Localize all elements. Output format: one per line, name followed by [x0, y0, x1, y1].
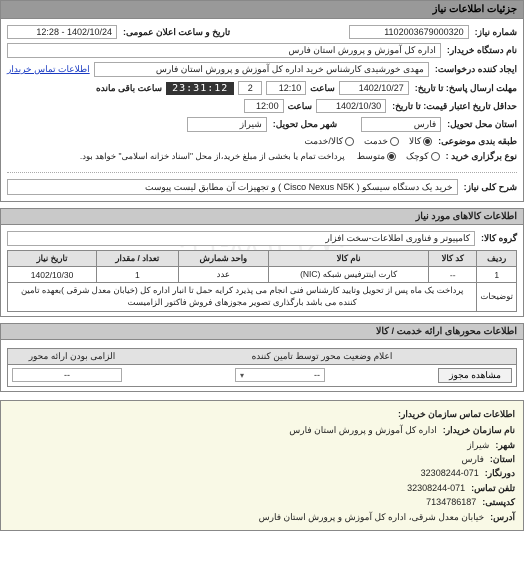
days-remaining: 2 [238, 81, 262, 95]
province-label: استان محل تحویل: [445, 119, 517, 130]
table-header-row: ردیف کد کالا نام کالا واحد شمارش تعداد /… [8, 251, 517, 267]
requester-value: مهدی خورشیدی کارشناس خرید اداره کل آموزش… [94, 62, 429, 77]
validity-label: حداقل تاریخ اعتبار قیمت: تا تاریخ: [390, 101, 517, 112]
section-axes-header: اطلاعات محورهای ارائه خدمت / کالا [0, 323, 524, 340]
radio-small-label: کوچک [406, 151, 429, 162]
time-label-2: ساعت [288, 101, 313, 112]
section-goods-header: اطلاعات کالاهای مورد نیاز [0, 208, 524, 225]
requester-label: ایجاد کننده درخواست: [433, 64, 517, 75]
deadline-time: 12:10 [266, 81, 306, 95]
validity-date: 1402/10/30 [316, 99, 386, 113]
axes-mandatory-text: -- [64, 370, 70, 380]
deadline-label: مهلت ارسال پاسخ: تا تاریخ: [413, 83, 517, 94]
contact-org-label: نام سازمان خریدار: [441, 423, 515, 437]
summary-value: خرید یک دستگاه سیسکو ( Cisco Nexus N5K )… [7, 179, 458, 195]
req-no-label: شماره نیاز: [473, 27, 517, 38]
contact-city-label: شهر: [493, 438, 515, 452]
col-row: ردیف [477, 251, 517, 267]
contact-prov-label: استان: [488, 452, 515, 466]
radio-both[interactable]: کالا/خدمت [304, 136, 354, 147]
view-license-button[interactable]: مشاهده مجوز [438, 368, 512, 383]
cell-code: -- [429, 267, 477, 283]
goods-group-value: کامپیوتر و فناوری اطلاعات-سخت افزار [7, 231, 475, 246]
radio-medium[interactable]: متوسط [357, 151, 396, 162]
cell-qty: 1 [97, 267, 179, 283]
axes-mandatory-col: الزامی بودن ارائه محور [12, 351, 132, 362]
contact-city-value: شیراز [467, 438, 489, 452]
radio-dot-icon [345, 137, 354, 146]
cell-name: کارت اینترفیس شبکه (NIC) [269, 267, 429, 283]
axes-body: اعلام وضعیت محور توسط تامین کننده الزامی… [0, 340, 524, 392]
contact-addr-label: آدرس: [488, 510, 515, 524]
contact-phone-label: تلفن تماس: [469, 481, 515, 495]
axes-table-header: اعلام وضعیت محور توسط تامین کننده الزامی… [7, 348, 517, 365]
need-details-body: شماره نیاز: 1102003679000320 تاریخ و ساع… [0, 19, 524, 202]
summary-label: شرح کلی نیاز: [462, 182, 517, 193]
contact-postal-label: کدپستی: [480, 495, 515, 509]
radio-small[interactable]: کوچک [406, 151, 440, 162]
time-label-1: ساعت [310, 83, 335, 94]
radio-goods-label: کالا [409, 136, 421, 147]
radio-medium-label: متوسط [357, 151, 385, 162]
cell-need-date: 1402/10/30 [8, 267, 97, 283]
col-unit: واحد شمارش [178, 251, 269, 267]
buyer-org-label: نام دستگاه خریدار: [445, 45, 517, 56]
col-need-date: تاریخ نیاز [8, 251, 97, 267]
remaining-suffix: ساعت باقی مانده [96, 83, 162, 94]
col-code: کد کالا [429, 251, 477, 267]
desc-label-cell: توضیحات [477, 283, 517, 312]
city-value: شیراز [187, 117, 267, 132]
table-row: 1 -- کارت اینترفیس شبکه (NIC) عدد 1 1402… [8, 267, 517, 283]
radio-dot-icon [431, 152, 440, 161]
col-qty: تعداد / مقدار [97, 251, 179, 267]
cell-row: 1 [477, 267, 517, 283]
deadline-date: 1402/10/27 [339, 81, 409, 95]
province-value: فارس [361, 117, 441, 132]
purchase-radio-group: کوچک متوسط [357, 151, 440, 162]
announce-label: تاریخ و ساعت اعلان عمومی: [121, 27, 230, 38]
goods-body: گروه کالا: کامپیوتر و فناوری اطلاعات-سخت… [0, 225, 524, 317]
chevron-down-icon: ▾ [240, 371, 244, 380]
radio-dot-icon [423, 137, 432, 146]
countdown-clock: 23:31:12 [166, 82, 234, 95]
cell-unit: عدد [178, 267, 269, 283]
desc-value-cell: پرداخت یک ماه پس از تحویل وتایید کارشناس… [8, 283, 477, 312]
radio-service[interactable]: خدمت [364, 136, 399, 147]
contact-addr-value: خیابان معدل شرقی، اداره کل آموزش و پرورش… [259, 510, 484, 524]
validity-time: 12:00 [244, 99, 284, 113]
axes-mandatory-value: -- [12, 368, 122, 382]
contact-box-title: اطلاعات تماس سازمان خریدار: [9, 407, 515, 421]
radio-dot-icon [387, 152, 396, 161]
axes-table-row: مشاهده مجوز -- ▾ -- [7, 365, 517, 387]
buyer-contact-link[interactable]: اطلاعات تماس خریدار [7, 64, 90, 75]
items-table: ردیف کد کالا نام کالا واحد شمارش تعداد /… [7, 250, 517, 312]
col-name: نام کالا [269, 251, 429, 267]
announce-value: 1402/10/24 - 12:28 [7, 25, 117, 39]
goods-group-label: گروه کالا: [479, 233, 517, 244]
axes-status-select[interactable]: -- ▾ [235, 368, 325, 382]
treasury-note: پرداخت تمام یا بخشی از مبلغ خرید،از محل … [80, 151, 345, 162]
city-label: شهر محل تحویل: [271, 119, 337, 130]
radio-goods[interactable]: کالا [409, 136, 432, 147]
buyer-contact-box: اطلاعات تماس سازمان خریدار: نام سازمان خ… [0, 400, 524, 531]
section-need-header: جزئیات اطلاعات نیاز [0, 0, 524, 19]
category-radio-group: کالا خدمت کالا/خدمت [304, 136, 432, 147]
contact-phone-value: 32308244-071 [407, 481, 465, 495]
category-label: طبقه بندی موضوعی: [436, 136, 517, 147]
table-desc-row: توضیحات پرداخت یک ماه پس از تحویل وتایید… [8, 283, 517, 312]
contact-postal-value: 7134786187 [426, 495, 476, 509]
radio-both-label: کالا/خدمت [304, 136, 343, 147]
req-no-value: 1102003679000320 [349, 25, 469, 39]
purchase-type-label: نوع برگزاری خرید : [444, 151, 517, 162]
buyer-org-value: اداره کل آموزش و پرورش استان فارس [7, 43, 441, 58]
contact-fax-value: 32308244-071 [421, 466, 479, 480]
radio-service-label: خدمت [364, 136, 388, 147]
contact-fax-label: دورنگار: [483, 466, 515, 480]
contact-org-value: اداره کل آموزش و پرورش استان فارس [289, 423, 436, 437]
axes-select-value: -- [314, 370, 320, 380]
axes-status-col: اعلام وضعیت محور توسط تامین کننده [132, 351, 512, 362]
radio-dot-icon [390, 137, 399, 146]
contact-prov-value: فارس [462, 452, 484, 466]
